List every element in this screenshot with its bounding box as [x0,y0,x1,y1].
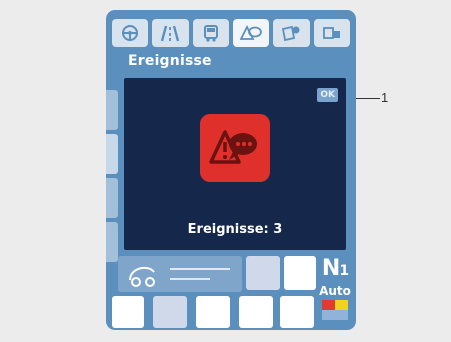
tab-road[interactable] [152,19,189,47]
status-color-indicator [322,300,348,320]
function-tile[interactable] [246,256,280,290]
side-tab[interactable] [106,90,118,130]
side-tab[interactable] [106,178,118,218]
warning-bubble-icon [209,130,257,164]
indicator-yellow [335,300,348,310]
road-icon [161,25,180,42]
callout-line [356,98,380,99]
warning-bubble-icon [240,24,263,40]
function-tile[interactable] [153,296,187,328]
tab-bus[interactable] [192,19,229,47]
side-scroll-tabs [106,90,118,262]
document-settings-icon [282,25,300,42]
bus-icon [203,25,218,42]
indicator-red [322,300,335,310]
function-tile[interactable] [284,256,316,290]
drive-mode-icon [129,266,155,287]
tab-service[interactable] [313,19,350,47]
drive-mode-tile[interactable] [118,256,242,292]
tab-documents[interactable] [273,19,310,47]
event-count-label: Ereignisse: 3 [187,222,283,237]
function-tile[interactable] [196,296,230,328]
side-tab[interactable] [106,134,118,174]
gear-letter: N [321,256,340,281]
indicator-blue [322,310,348,320]
tab-steering[interactable] [112,19,149,47]
service-icon [322,27,340,39]
function-tile[interactable] [112,296,144,328]
gear-indicator: N1 Auto [318,256,352,328]
tab-bar [112,19,350,47]
gear-number: 1 [339,263,349,279]
steering-wheel-icon [122,25,139,41]
function-tile[interactable] [280,296,314,328]
drive-mode-bars [170,268,230,270]
events-button[interactable] [200,114,270,182]
drive-mode-bars [170,278,210,280]
instrument-display: Ereignisse OK Ereignisse: 3 N1 Auto [106,10,356,330]
side-tab[interactable] [106,222,118,262]
gear-label: N1 [318,256,352,284]
function-tile[interactable] [239,296,273,328]
status-badge: OK [317,88,338,102]
screen-title: Ereignisse [128,53,212,69]
gear-mode-label: Auto [319,284,351,298]
callout-label: 1 [381,90,389,105]
events-panel: OK Ereignisse: 3 [124,78,346,250]
tab-events[interactable] [232,19,270,47]
